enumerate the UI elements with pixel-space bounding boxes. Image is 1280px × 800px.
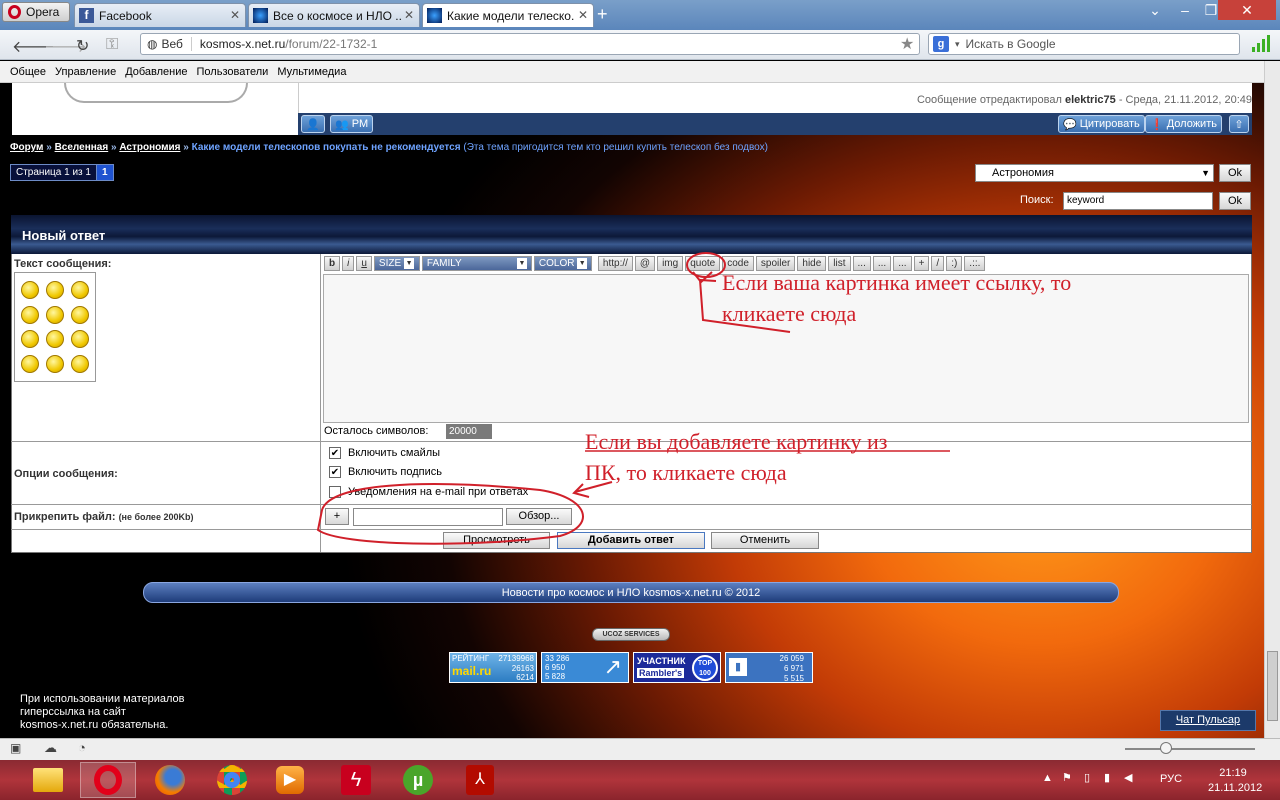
clock-date: 21.11.2012 [1208,782,1263,794]
clock[interactable]: 21:19 21.11.2012 [1208,766,1263,796]
speed-dial-icon[interactable]: ◔ [78,740,86,755]
disclaimer-line: При использовании материалов [20,693,185,705]
firefox-icon [155,765,185,795]
rambler-logo: Rambler's [637,668,685,678]
mailru-counter[interactable]: РЕЙТИНГ 27139968 mail.ru 26163 6214 [449,652,537,683]
pdf-icon: ⅄ [466,765,494,795]
chat-pulsar-link[interactable]: Чат Пульсар [1160,710,1256,731]
volume-icon[interactable]: ◀ [1124,771,1132,784]
counter-value: 6 971 [783,664,804,673]
stats-counter[interactable]: ▮ 26 059 6 971 5 515 [725,652,813,683]
mailru-logo: mail.ru [452,664,492,678]
counter-value: 5 515 [783,674,804,683]
counter-label: УЧАСТНИК [637,656,686,666]
chrome-taskbar-button[interactable] [204,762,260,798]
footer-disclaimer: При использовании материалов гиперссылка… [20,693,185,732]
arrow-up-right-icon: ↗ [603,654,622,679]
annotation-file-line2: ПК, то кликаете сюда [585,460,787,485]
battery-icon[interactable]: ▯ [1084,771,1090,784]
opera-icon [94,765,122,795]
zoom-slider-track[interactable] [1125,748,1255,750]
utorrent-taskbar-button[interactable]: µ [390,762,446,798]
counter-value: 6214 [516,673,534,682]
play-icon: ▶ [276,766,304,794]
annotation-file-line1: Если вы добавляете картинку из [585,429,888,454]
counter-value: 6 950 [545,663,566,672]
flash-taskbar-button[interactable]: ϟ [328,762,384,798]
language-indicator[interactable]: РУС [1160,773,1182,785]
acrobat-taskbar-button[interactable]: ⅄ [452,762,508,798]
clock-time: 21:19 [1219,767,1247,779]
chrome-icon [217,765,247,795]
counter-value: 26163 [511,664,534,673]
file-circle-mark [316,483,584,545]
img-circle-mark [686,252,726,278]
panel-toggle-icon[interactable]: ▣ [10,741,21,755]
firefox-taskbar-button[interactable] [142,762,198,798]
footer-copyright: Новости про космос и НЛО kosmos-x.net.ru… [143,582,1119,603]
signal-tray-icon[interactable]: ▮ [1104,771,1110,784]
folder-icon [33,768,63,792]
disclaimer-line: гиперссылка на сайт [20,706,126,718]
counter-value: 5 828 [545,672,566,681]
flash-icon: ϟ [341,765,371,795]
network-error-icon[interactable]: ⚑ [1062,771,1072,784]
bar-chart-icon: ▮ [729,658,747,676]
ucoz-badge[interactable]: UCOZ SERVICES [592,628,670,641]
disclaimer-line: kosmos-x.net.ru обязательна. [20,719,169,731]
rambler-counter[interactable]: УЧАСТНИК Rambler's TOP 100 [633,652,721,683]
utorrent-icon: µ [403,765,433,795]
media-player-taskbar-button[interactable]: ▶ [262,762,318,798]
cloud-icon[interactable]: ☁ [44,740,57,756]
explorer-taskbar-button[interactable] [20,762,76,798]
opera-taskbar-button[interactable] [80,762,136,798]
browser-status-bar [0,738,1280,760]
counter-value: 27139968 [498,654,534,663]
counter-value: 26 059 [779,654,804,663]
annotation-img-line1: Если ваша картинка имеет ссылку, то [722,270,1072,295]
liveinternet-counter[interactable]: 33 286 6 950 5 828 ↗ [541,652,629,683]
counter-label: РЕЙТИНГ [452,654,490,663]
counter-value: 33 286 [545,654,570,663]
tray-chevron-icon[interactable]: ▲ [1042,772,1053,784]
top100-badge: TOP 100 [692,655,718,681]
zoom-slider-handle[interactable] [1160,742,1172,754]
annotation-img-line2: кликаете сюда [722,301,857,326]
